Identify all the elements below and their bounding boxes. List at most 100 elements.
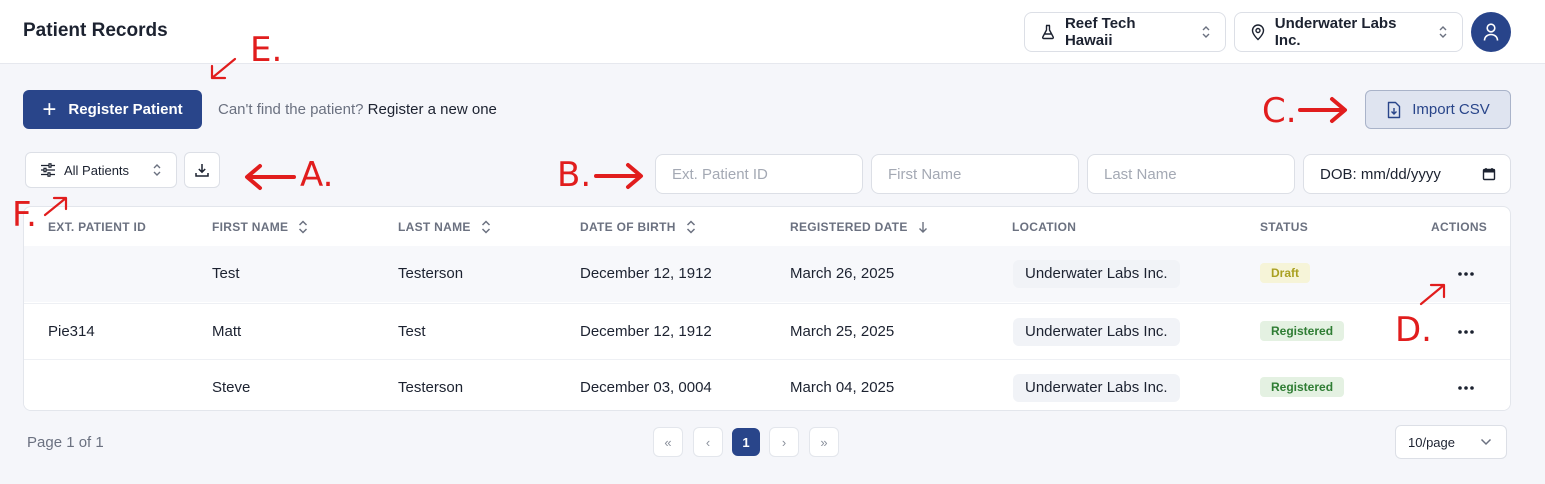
column-header-actions: ACTIONS [1431,220,1487,234]
cell-dob: December 03, 0004 [580,379,712,396]
user-icon [1483,23,1499,41]
dob-input-label: DOB: mm/dd/yyyy [1320,165,1441,183]
page-title: Patient Records [23,20,168,41]
previous-page-button[interactable]: ‹ [693,427,723,457]
file-import-icon [1386,101,1402,119]
cell-last-name: Testerson [398,379,464,396]
next-page-button[interactable]: › [769,427,799,457]
dob-input[interactable]: DOB: mm/dd/yyyy [1303,154,1511,194]
register-hint: Can't find the patient? Register a new o… [218,101,497,118]
annotation-arrow-right-icon [594,163,643,189]
cell-registered-date: March 04, 2025 [790,379,895,396]
page-button-current[interactable]: 1 [732,428,760,456]
cell-last-name: Testerson [398,265,464,282]
ext-patient-id-input[interactable] [655,154,863,194]
cell-registered-date: March 26, 2025 [790,265,895,282]
column-header-label: EXT. PATIENT ID [48,220,147,234]
import-csv-button[interactable]: Import CSV [1365,90,1511,129]
register-hint-text: Can't find the patient? [218,101,364,118]
cell-last-name: Test [398,323,426,340]
top-bar: Patient Records Reef Tech Hawaii Underwa… [0,0,1545,64]
location-selector-label: Underwater Labs Inc. [1274,15,1397,49]
column-header-ext-id: EXT. PATIENT ID [48,220,146,234]
sort-descending-icon[interactable] [918,221,928,233]
download-button[interactable] [184,152,220,188]
annotation-label-c: C. [1262,91,1297,131]
register-patient-label: Register Patient [68,101,183,118]
column-header-label: DATE OF BIRTH [580,220,676,234]
per-page-select[interactable]: 10/page [1395,425,1507,459]
patient-filter-label: All Patients [64,162,130,178]
first-name-input[interactable] [871,154,1079,194]
annotation-arrow-up-right-icon [43,196,68,217]
chevron-up-down-icon [1438,24,1450,40]
patient-filter-select[interactable]: All Patients [25,152,177,188]
map-pin-icon [1249,23,1267,41]
location-chip: Underwater Labs Inc. [1013,374,1180,402]
last-name-input[interactable] [1087,154,1295,194]
status-badge: Draft [1260,263,1311,283]
page-info: Page 1 of 1 [27,434,104,451]
column-header-dob[interactable]: DATE OF BIRTH [580,220,696,234]
register-new-link[interactable]: Register a new one [368,101,497,118]
cell-registered-date: March 25, 2025 [790,323,895,340]
more-actions-icon[interactable] [1454,322,1478,342]
last-page-button[interactable]: » [809,427,839,457]
chevron-up-down-icon [152,163,162,177]
chevron-down-icon [1480,438,1492,446]
download-icon [195,164,209,177]
column-header-status: STATUS [1260,220,1308,234]
table-row[interactable]: Pie314 Matt Test December 12, 1912 March… [24,303,1510,359]
column-header-last-name[interactable]: LAST NAME [398,220,491,234]
column-header-registered-date[interactable]: REGISTERED DATE [790,220,928,234]
location-chip: Underwater Labs Inc. [1013,318,1180,346]
cell-first-name: Matt [212,323,242,340]
first-page-button[interactable]: « [653,427,683,457]
annotation-label-e: E. [250,30,283,70]
column-header-location: LOCATION [1012,220,1076,234]
org-selector-label: Reef Tech Hawaii [1064,15,1136,49]
annotation-label-f: F. [12,195,37,235]
annotation-label-d: D. [1395,310,1432,350]
cell-first-name: Test [212,265,240,282]
sort-icon[interactable] [686,220,696,234]
column-header-label: ACTIONS [1431,220,1488,234]
cell-first-name: Steve [212,379,251,396]
column-header-label: REGISTERED DATE [790,220,908,234]
column-header-label: STATUS [1260,220,1309,234]
table-row[interactable]: Steve Testerson December 03, 0004 March … [24,359,1510,410]
annotation-arrow-down-left-icon [210,57,237,80]
column-header-first-name[interactable]: FIRST NAME [212,220,308,234]
patients-table: EXT. PATIENT ID FIRST NAME LAST NAME DAT… [23,206,1511,411]
per-page-label: 10/page [1408,434,1455,450]
sliders-icon [40,163,56,177]
location-selector[interactable]: Underwater Labs Inc. [1234,12,1463,52]
register-patient-button[interactable]: + Register Patient [23,90,202,129]
annotation-arrow-up-right-icon [1419,283,1446,306]
sort-icon[interactable] [481,220,491,234]
flask-icon [1039,23,1057,41]
user-avatar[interactable] [1471,12,1511,52]
annotation-arrow-left-icon [245,164,296,190]
plus-icon: + [42,95,57,123]
annotation-arrow-right-icon [1298,97,1347,123]
location-chip: Underwater Labs Inc. [1013,260,1180,288]
status-badge: Registered [1260,377,1345,397]
more-actions-icon[interactable] [1454,378,1478,398]
calendar-icon[interactable] [1482,167,1496,181]
cell-ext-id: Pie314 [48,323,95,340]
annotation-label-a: A. [300,155,334,195]
chevron-up-down-icon [1201,24,1213,40]
cell-dob: December 12, 1912 [580,265,712,282]
more-actions-icon[interactable] [1454,264,1478,284]
column-header-label: LAST NAME [398,220,471,234]
column-header-label: FIRST NAME [212,220,289,234]
sort-icon[interactable] [298,220,308,234]
org-selector[interactable]: Reef Tech Hawaii [1024,12,1226,52]
import-csv-label: Import CSV [1412,101,1490,118]
status-badge: Registered [1260,321,1345,341]
column-header-label: LOCATION [1012,220,1077,234]
annotation-label-b: B. [557,155,592,195]
table-row[interactable]: Test Testerson December 12, 1912 March 2… [24,246,1510,302]
cell-dob: December 12, 1912 [580,323,712,340]
